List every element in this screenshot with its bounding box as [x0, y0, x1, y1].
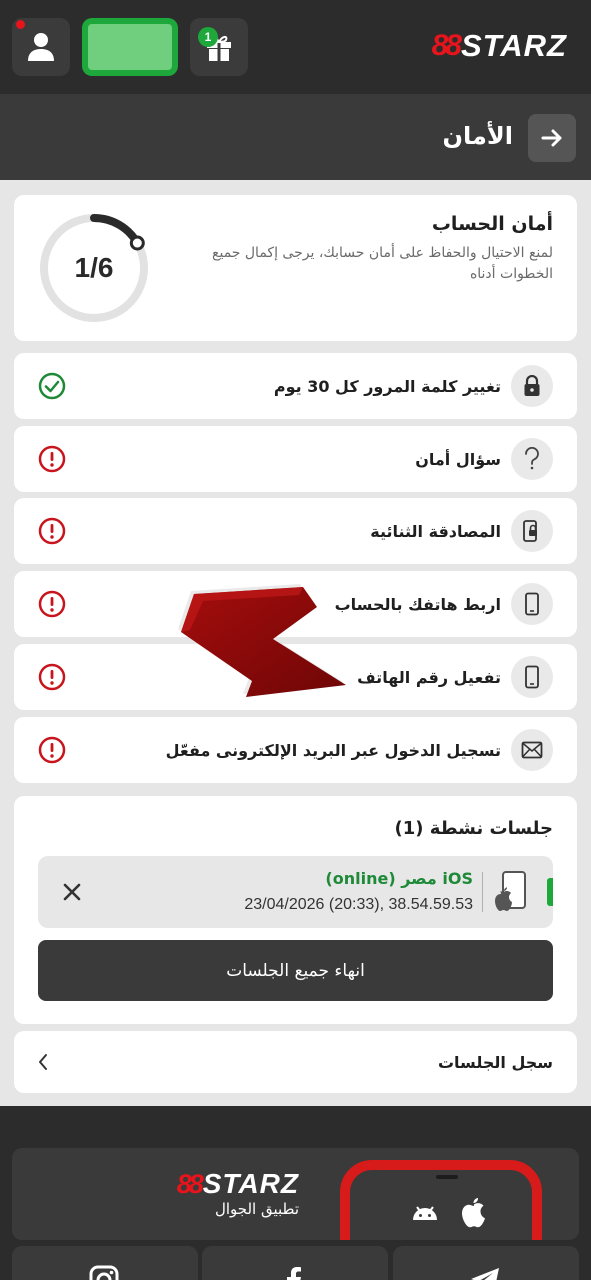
back-button[interactable] [528, 114, 576, 162]
warning-circle-icon [38, 736, 66, 764]
session-history-row[interactable]: سجل الجلسات [14, 1031, 577, 1093]
arrow-right-icon [541, 129, 562, 147]
top-bar: 1 88 STARZ [0, 0, 591, 94]
summary-title: أمان الحساب [431, 213, 553, 235]
question-icon [511, 438, 553, 480]
app-subtitle: تطبيق الجوال [214, 1200, 299, 1218]
two-factor-icon [511, 510, 553, 552]
end-all-sessions-button[interactable]: انهاء جميع الجلسات [38, 940, 553, 1001]
check-circle-icon [38, 372, 66, 400]
apple-icon[interactable] [460, 1197, 488, 1229]
warning-circle-icon [38, 517, 66, 545]
phone-illustration [340, 1160, 542, 1240]
item-label: اربط هاتفك بالحساب [334, 594, 501, 614]
phone-icon [511, 583, 553, 625]
security-item-2fa[interactable]: المصادقة الثنائية [14, 498, 577, 564]
security-item-question[interactable]: سؤال أمان [14, 426, 577, 492]
footer-logo: 88 STARZ [177, 1168, 299, 1200]
item-label: سؤال أمان [415, 449, 501, 469]
mobile-app-banner[interactable]: 88 STARZ تطبيق الجوال [12, 1148, 579, 1240]
page-title: الأمان [442, 122, 513, 150]
balance-button[interactable] [82, 18, 178, 76]
notification-dot [16, 20, 25, 29]
balance-blurred [88, 24, 172, 70]
phone-icon [511, 656, 553, 698]
logo-text: STARZ [460, 28, 567, 63]
lock-icon [511, 365, 553, 407]
instagram-icon [89, 1265, 119, 1280]
phone-notch [436, 1175, 458, 1179]
telegram-icon [471, 1268, 499, 1280]
chevron-left-icon [39, 1054, 47, 1070]
history-label: سجل الجلسات [437, 1052, 553, 1072]
gift-count-badge: 1 [198, 27, 218, 47]
session-datetime-ip: 38.54.59.53 ,(20:33) 23/04/2026 [244, 896, 473, 913]
item-label: تغيير كلمة المرور كل 30 يوم [273, 376, 501, 396]
security-item-link-phone[interactable]: اربط هاتفك بالحساب [14, 571, 577, 637]
warning-circle-icon [38, 590, 66, 618]
security-summary-card: 1/6 أمان الحساب لمنع الاحتيال والحفاظ عل… [14, 195, 577, 341]
footer: 88 STARZ تطبيق الجوال [0, 1106, 591, 1280]
active-sessions-card: جلسات نشطة (1) iOS مصر (online) 38.54.59… [14, 796, 577, 1024]
sessions-title: جلسات نشطة (1) [394, 818, 553, 839]
user-icon [28, 33, 54, 61]
session-device-status: iOS مصر (online) [325, 869, 473, 888]
summary-description: لمنع الاحتيال والحفاظ على أمان حسابك، ير… [212, 245, 553, 282]
security-item-email-login[interactable]: تسجيل الدخول عبر البريد الإلكترونى مفعّل [14, 717, 577, 783]
facebook-icon [287, 1267, 301, 1280]
android-icon[interactable] [410, 1200, 440, 1230]
security-item-password[interactable]: تغيير كلمة المرور كل 30 يوم [14, 353, 577, 419]
item-label: تسجيل الدخول عبر البريد الإلكترونى مفعّل [165, 740, 501, 760]
warning-circle-icon [38, 445, 66, 473]
progress-value: 1/6 [74, 252, 114, 283]
session-row: iOS مصر (online) 38.54.59.53 ,(20:33) 23… [38, 856, 553, 928]
logo-mark: 88 [176, 1168, 204, 1199]
session-current-marker [547, 878, 553, 906]
security-item-activate-phone[interactable]: تفعيل رقم الهاتف [14, 644, 577, 710]
item-label: تفعيل رقم الهاتف [357, 667, 501, 687]
logo-mark: 88 [431, 29, 462, 62]
warning-circle-icon [38, 663, 66, 691]
facebook-button[interactable] [202, 1246, 388, 1280]
ios-device-icon [495, 871, 526, 911]
brand-logo[interactable]: 88 STARZ [432, 28, 567, 64]
session-divider [482, 872, 483, 912]
envelope-icon [511, 729, 553, 771]
telegram-button[interactable] [393, 1246, 579, 1280]
gift-button[interactable] [190, 18, 248, 76]
instagram-button[interactable] [12, 1246, 198, 1280]
item-label: المصادقة الثنائية [370, 521, 501, 541]
close-icon[interactable] [60, 880, 84, 904]
page-header: الأمان [0, 94, 591, 180]
logo-text: STARZ [202, 1168, 299, 1199]
